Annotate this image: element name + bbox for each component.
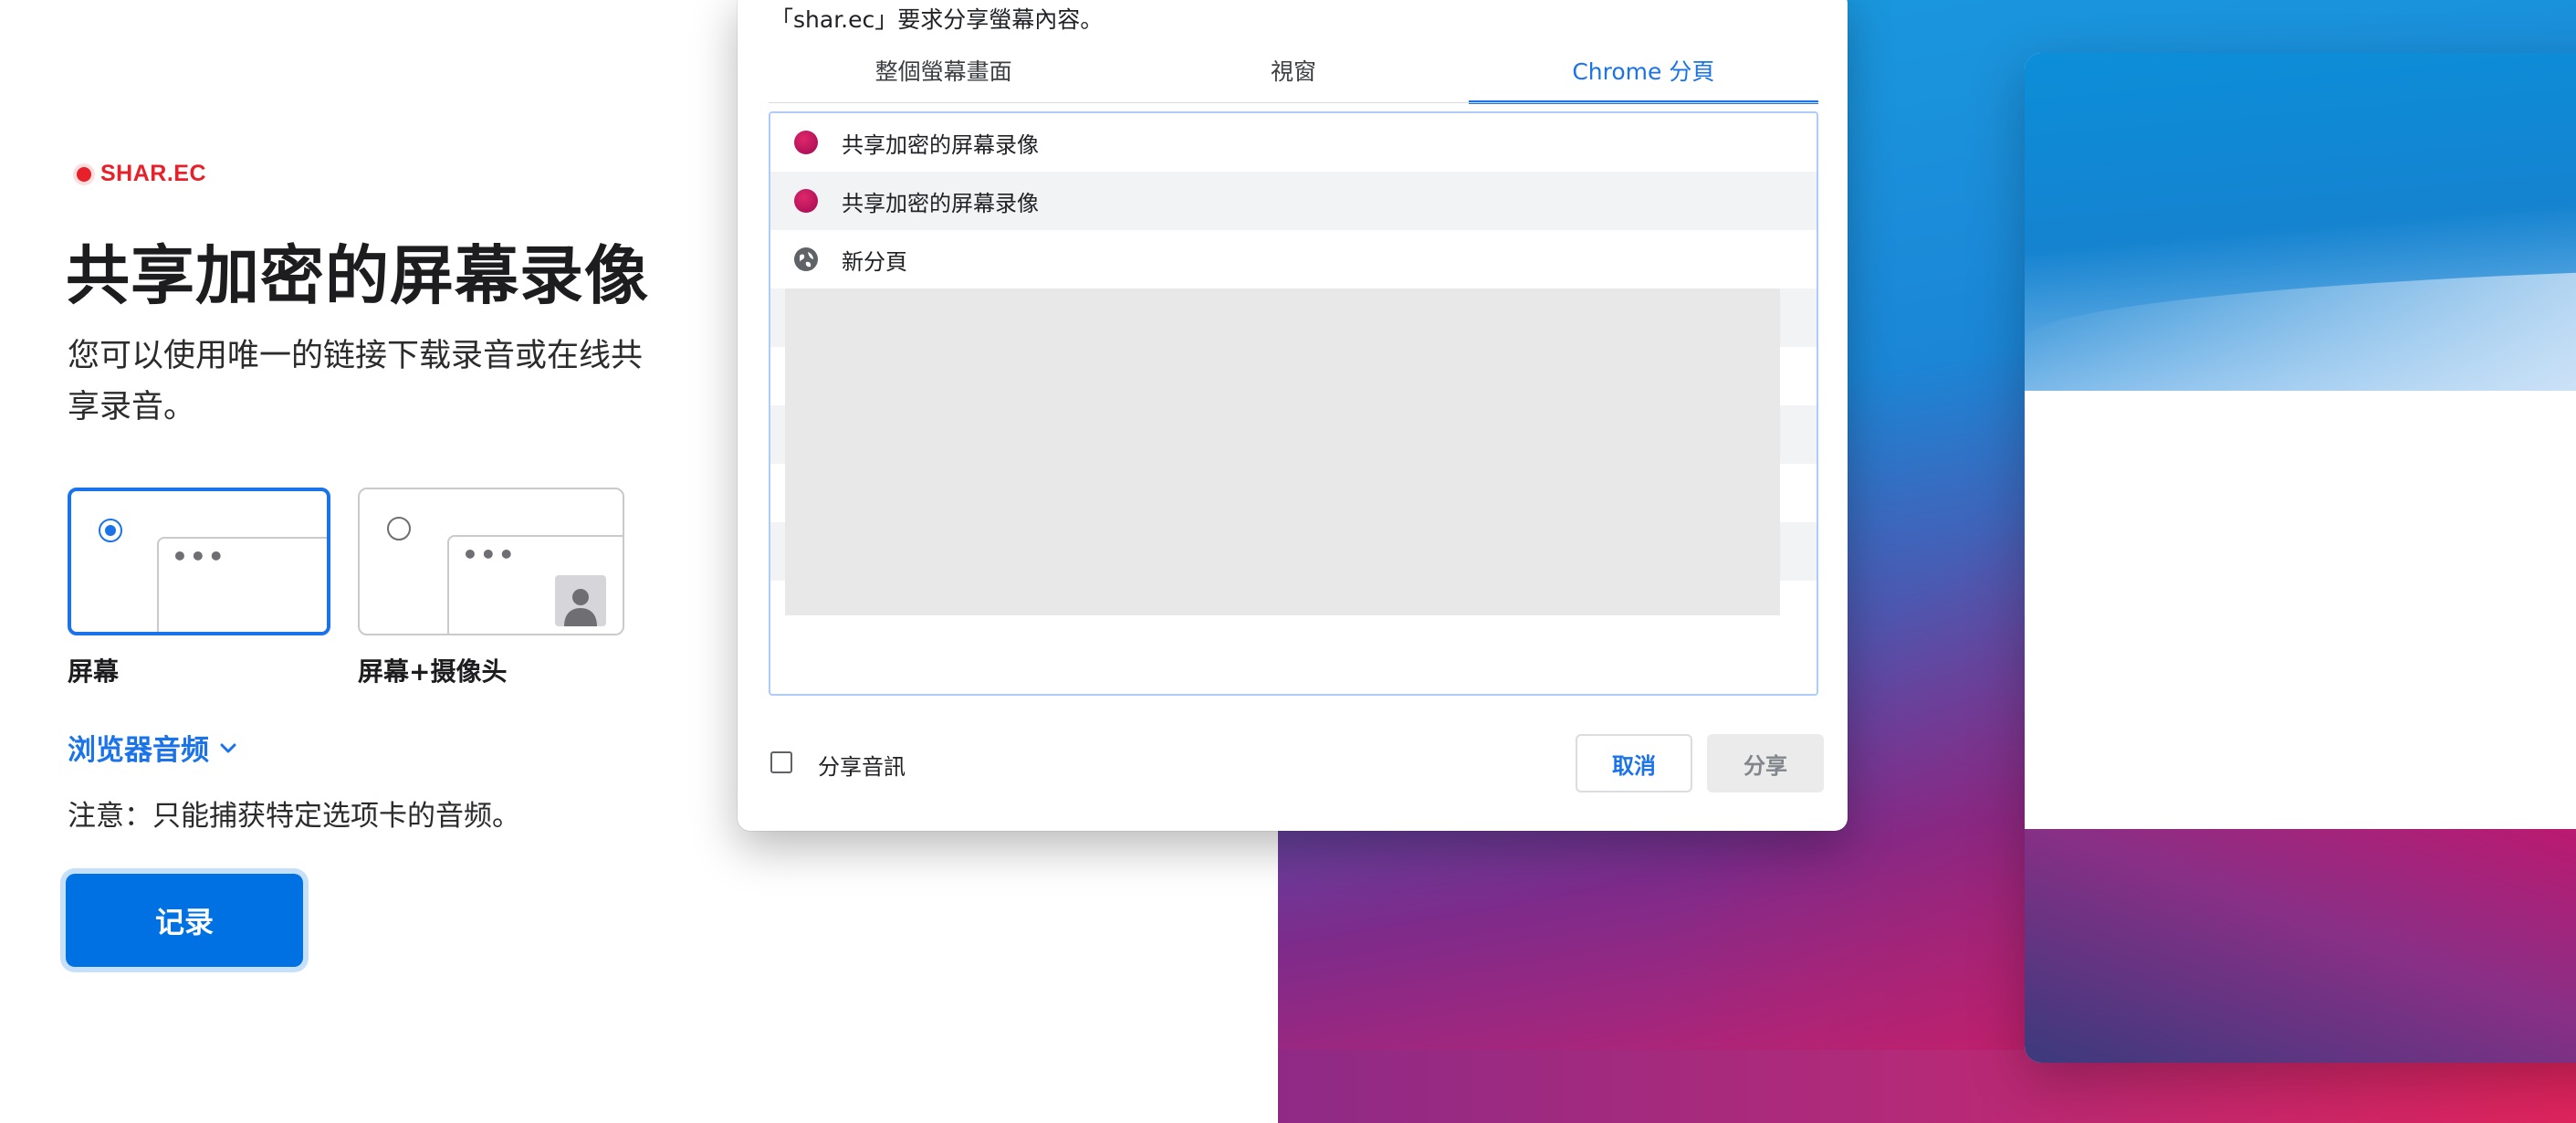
tabs-divider: [769, 102, 1818, 103]
share-button[interactable]: 分享: [1707, 734, 1824, 792]
list-item[interactable]: 共享加密的屏幕录像: [770, 113, 1817, 172]
record-button[interactable]: 记录: [66, 874, 303, 967]
share-audio-checkbox[interactable]: [770, 751, 792, 773]
chevron-down-icon: [220, 743, 236, 752]
cancel-button[interactable]: 取消: [1576, 734, 1692, 792]
record-dot-icon: [77, 166, 91, 182]
list-item-label: 共享加密的屏幕录像: [842, 131, 1039, 158]
list-item[interactable]: 新分頁: [770, 230, 1817, 289]
screen-camera-radio[interactable]: [387, 517, 411, 541]
source-type-tabs: 整個螢幕畫面 視窗 Chrome 分頁: [769, 47, 1819, 104]
tab-preview-thumbnail: [785, 289, 1780, 615]
screen-camera-window-illustration: •••: [447, 535, 623, 634]
site-favicon-icon: [794, 131, 818, 154]
page-root: SHAR.EC 共享加密的屏幕录像 您可以使用唯一的链接下载录音或在线共享录音。…: [0, 0, 2576, 1123]
window-dots-icon: •••: [172, 541, 226, 572]
option-screen-camera-card[interactable]: •••: [358, 488, 624, 635]
tab-chrome-tab[interactable]: Chrome 分頁: [1468, 47, 1819, 104]
tab-source-list: 共享加密的屏幕录像 共享加密的屏幕录像 新分頁: [769, 111, 1818, 696]
background-window-preview: [2025, 53, 2576, 1063]
tab-window[interactable]: 視窗: [1118, 47, 1468, 104]
preview-gradient-block: [2025, 829, 2576, 1063]
screen-radio[interactable]: [99, 519, 122, 542]
browser-audio-dropdown[interactable]: 浏览器音频: [68, 727, 238, 768]
share-audio-label: 分享音訊: [818, 754, 906, 780]
page-subtitle: 您可以使用唯一的链接下载录音或在线共享录音。: [68, 338, 644, 425]
tab-entire-screen[interactable]: 整個螢幕畫面: [769, 47, 1118, 104]
dialog-title: 「shar.ec」要求分享螢幕內容。: [770, 6, 1104, 33]
window-dots-icon: •••: [462, 540, 517, 570]
browser-audio-label: 浏览器音频: [68, 734, 209, 767]
option-screen-card[interactable]: •••: [68, 488, 330, 635]
page-title: 共享加密的屏幕录像: [66, 238, 649, 313]
brand-name: SHAR.EC: [100, 161, 207, 186]
screen-window-illustration: •••: [157, 537, 327, 632]
person-icon: [555, 575, 606, 626]
recorder-panel: SHAR.EC 共享加密的屏幕录像 您可以使用唯一的链接下载录音或在线共享录音。…: [0, 0, 730, 1123]
globe-icon: [794, 247, 818, 271]
audio-note: 注意：只能捕获特定选项卡的音频。: [68, 800, 520, 833]
dialog-footer: 分享音訊 取消 分享: [769, 730, 1824, 794]
list-item-label: 共享加密的屏幕录像: [842, 190, 1039, 216]
option-screen-label: 屏幕: [68, 656, 120, 687]
share-screen-dialog: 「shar.ec」要求分享螢幕內容。 整個螢幕畫面 視窗 Chrome 分頁 共…: [738, 0, 1848, 831]
option-screen-camera-label: 屏幕+摄像头: [358, 656, 508, 687]
brand-logo: SHAR.EC: [77, 161, 206, 187]
site-favicon-icon: [794, 189, 818, 213]
list-item[interactable]: 共享加密的屏幕录像: [770, 172, 1817, 230]
list-item-label: 新分頁: [842, 248, 907, 275]
